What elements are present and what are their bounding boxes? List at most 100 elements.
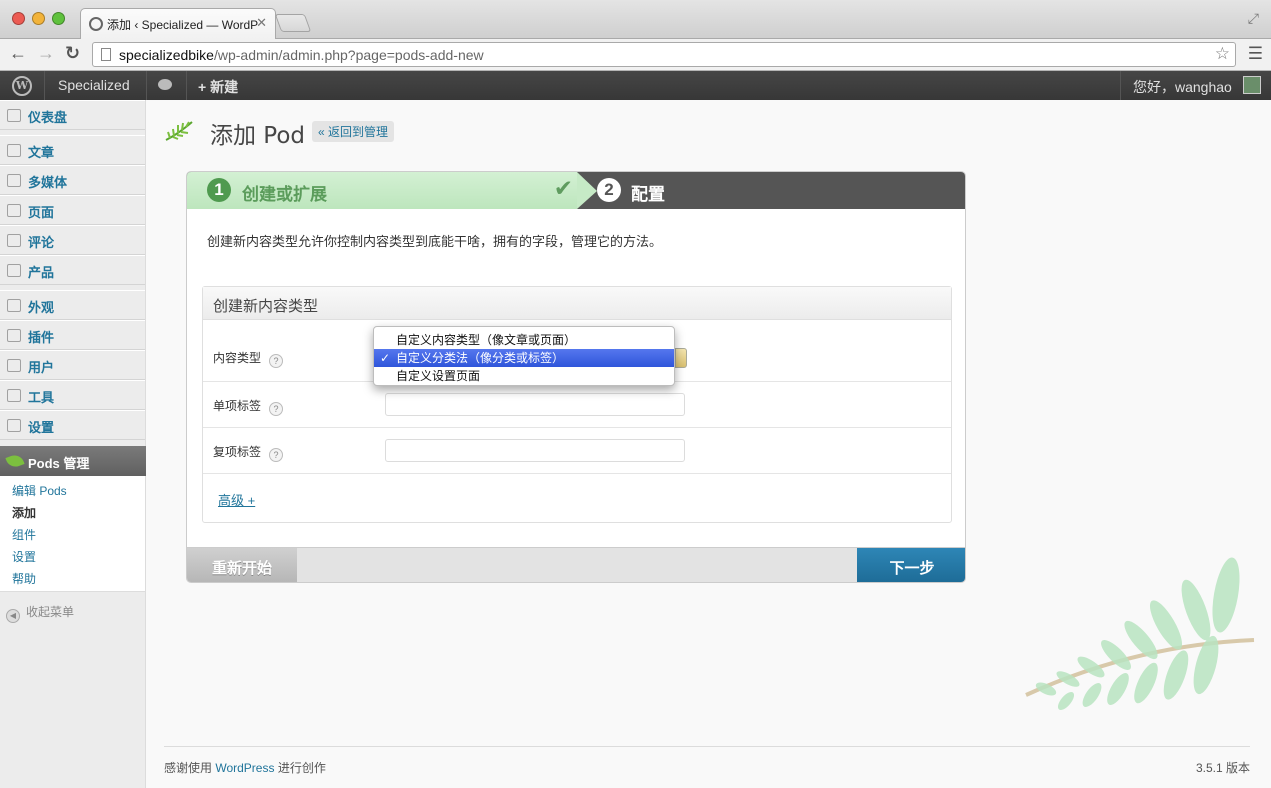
new-tab-button[interactable]	[274, 14, 312, 32]
adminbar-greeting[interactable]: 您好，wanghao	[1133, 77, 1232, 97]
plugin-icon	[7, 329, 21, 342]
sidebar-item-comments[interactable]: 评论	[0, 225, 145, 255]
fullscreen-icon[interactable]: ⤢	[1248, 10, 1259, 27]
restart-button[interactable]: 重新开始	[187, 548, 297, 582]
forward-arrow-icon[interactable]: →	[37, 43, 55, 64]
option-settings-page[interactable]: 自定义设置页面	[374, 367, 674, 385]
submenu-settings[interactable]: 设置	[12, 548, 36, 565]
pin-icon	[7, 144, 21, 157]
sidebar-item-settings[interactable]: 设置	[0, 410, 145, 440]
back-to-manage-link[interactable]: « 返回到管理	[312, 121, 395, 142]
page-title: 添加 Pod	[210, 123, 306, 149]
sidebar-item-label: 评论	[28, 235, 55, 250]
submenu-help[interactable]: 帮助	[12, 570, 36, 587]
browser-tab-strip: 添加 ‹ Specialized — WordP ✕ ⤢	[0, 0, 1271, 39]
sidebar-item-users[interactable]: 用户	[0, 350, 145, 380]
footer-version: 3.5.1 版本	[1195, 761, 1250, 775]
pods-logo-icon	[165, 121, 193, 141]
pages-icon	[7, 204, 21, 217]
advanced-toggle-link[interactable]: 高级 +	[218, 490, 255, 509]
plural-label: 复项标签?	[213, 443, 284, 462]
adminbar-divider	[1120, 71, 1121, 100]
tools-icon	[7, 389, 21, 402]
footer-thanks-suffix: 进行创作	[274, 761, 326, 775]
admin-sidebar: 仪表盘 文章 多媒体 页面 评论 产品 外观 插件 用户 工具 设置 Pods …	[0, 100, 154, 788]
sidebar-item-media[interactable]: 多媒体	[0, 165, 145, 195]
checkmark-icon: ✓	[380, 351, 391, 365]
adminbar-divider	[146, 71, 147, 100]
option-custom-post-type[interactable]: 自定义内容类型（像文章或页面）	[374, 331, 674, 349]
browser-tab[interactable]: 添加 ‹ Specialized — WordP ✕	[80, 8, 276, 39]
help-icon[interactable]: ?	[269, 354, 284, 368]
dashboard-icon	[7, 109, 21, 122]
help-icon[interactable]: ?	[269, 448, 284, 462]
plural-label-input[interactable]	[385, 439, 685, 462]
wordpress-favicon-icon	[89, 17, 103, 31]
create-content-type-panel: 创建新内容类型 内容类型? 单项标签? 复项标签? 高级 +	[202, 286, 952, 523]
bookmark-star-icon[interactable]: ☆	[1215, 44, 1230, 64]
step-create-or-extend[interactable]: 1 创建或扩展 ✔	[187, 172, 597, 209]
singular-label-input[interactable]	[385, 393, 685, 416]
singular-label-row: 单项标签?	[203, 382, 951, 428]
back-arrow-icon[interactable]: ←	[9, 43, 27, 64]
submenu-edit-pods[interactable]: 编辑 Pods	[12, 482, 67, 499]
decorative-leaves-icon	[1025, 557, 1255, 711]
url-host: specializedbike	[119, 47, 214, 63]
sidebar-item-label: 外观	[28, 300, 55, 315]
step1-number: 1	[207, 178, 231, 202]
comment-icon	[7, 234, 21, 247]
next-step-button[interactable]: 下一步	[857, 548, 965, 582]
submenu-add[interactable]: 添加	[12, 504, 36, 521]
pods-submenu: 编辑 Pods 添加 组件 设置 帮助	[0, 476, 145, 592]
step2-label: 配置	[631, 185, 665, 204]
adminbar-new-button[interactable]: + 新建	[198, 77, 238, 97]
sidebar-item-label: 插件	[28, 330, 55, 345]
content-type-dropdown[interactable]: 自定义内容类型（像文章或页面） ✓ 自定义分类法（像分类或标签） 自定义设置页面	[373, 326, 675, 386]
checkmark-icon: ✔	[553, 175, 573, 201]
option-custom-taxonomy[interactable]: ✓ 自定义分类法（像分类或标签）	[374, 349, 674, 367]
tab-close-icon[interactable]: ✕	[256, 15, 267, 31]
adminbar-site-name[interactable]: Specialized	[58, 77, 130, 93]
sidebar-item-posts[interactable]: 文章	[0, 135, 145, 165]
wordpress-logo-icon[interactable]: W	[12, 76, 32, 96]
minimize-window-button[interactable]	[32, 12, 45, 25]
sidebar-item-label: 多媒体	[28, 175, 68, 190]
pods-leaf-icon	[5, 452, 25, 470]
sidebar-item-tools[interactable]: 工具	[0, 380, 145, 410]
sidebar-item-plugins[interactable]: 插件	[0, 320, 145, 350]
sidebar-item-pods[interactable]: Pods 管理	[0, 446, 154, 476]
wizard-steps: 1 创建或扩展 ✔ 2 配置	[187, 172, 965, 209]
users-icon	[7, 359, 21, 372]
reload-icon[interactable]: ↻	[65, 43, 80, 64]
comments-bubble-icon[interactable]	[158, 79, 172, 90]
wizard-intro: 创建新内容类型允许你控制内容类型到底能干啥，拥有的字段，管理它的方法。	[207, 234, 663, 249]
sidebar-item-products[interactable]: 产品	[0, 255, 145, 285]
content-type-label-text: 内容类型	[213, 351, 262, 365]
sidebar-item-appearance[interactable]: 外观	[0, 290, 145, 320]
sidebar-item-label: 设置	[28, 420, 55, 435]
footer-thanks-prefix: 感谢使用	[164, 761, 216, 775]
submenu-components[interactable]: 组件	[12, 526, 36, 543]
browser-toolbar: ← → ↻ specializedbike/wp-admin/admin.php…	[0, 39, 1271, 71]
browser-menu-icon[interactable]: ☰	[1248, 44, 1263, 64]
avatar[interactable]	[1243, 76, 1261, 94]
address-bar[interactable]: specializedbike/wp-admin/admin.php?page=…	[92, 42, 1236, 67]
footer-thanks: 感谢使用 WordPress 进行创作	[164, 761, 326, 775]
sidebar-item-label: 用户	[28, 360, 55, 375]
close-window-button[interactable]	[12, 12, 25, 25]
sidebar-item-pages[interactable]: 页面	[0, 195, 145, 225]
wizard-footer: 重新开始 下一步	[187, 547, 965, 582]
wordpress-link[interactable]: WordPress	[215, 761, 274, 775]
pin-icon	[7, 264, 21, 277]
sidebar-item-dashboard[interactable]: 仪表盘	[0, 100, 145, 130]
collapse-label: 收起菜单	[26, 605, 75, 619]
help-icon[interactable]: ?	[269, 402, 284, 416]
plus-icon: +	[198, 79, 211, 95]
media-icon	[7, 174, 21, 187]
zoom-window-button[interactable]	[52, 12, 65, 25]
sidebar-item-label: 产品	[28, 265, 55, 280]
collapse-menu-button[interactable]: ◀ 收起菜单	[6, 603, 74, 623]
adminbar-divider	[186, 71, 187, 100]
appearance-icon	[7, 299, 21, 312]
content-type-select-arrow[interactable]	[675, 348, 687, 368]
